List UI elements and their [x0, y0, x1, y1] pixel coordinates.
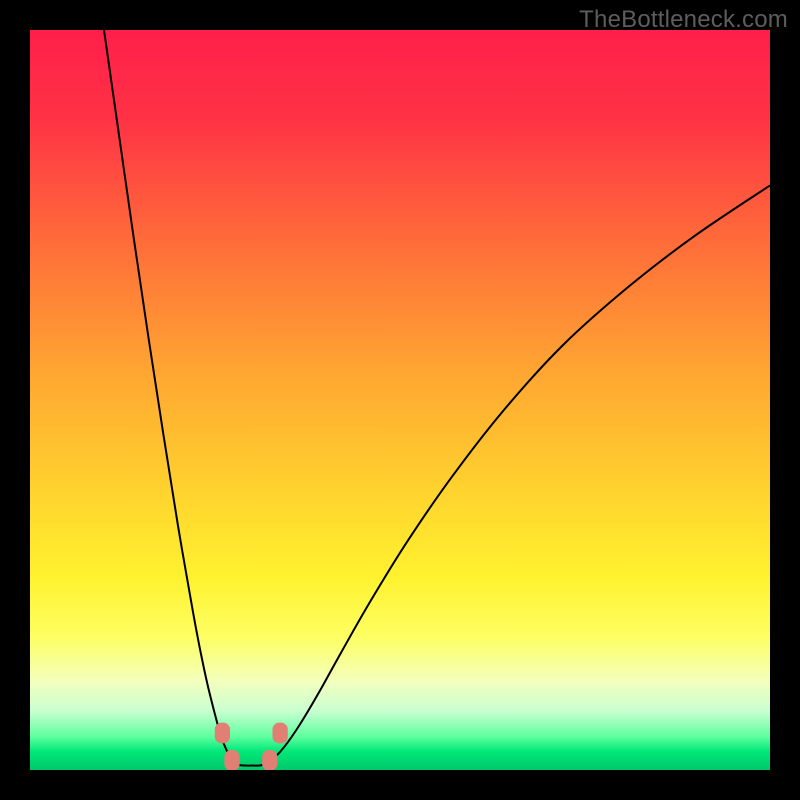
curve-marker: [215, 723, 230, 744]
curve-marker: [224, 750, 239, 770]
watermark-text: TheBottleneck.com: [579, 6, 788, 34]
plot-frame: [30, 30, 770, 770]
gradient-background: [30, 30, 770, 770]
curve-marker: [262, 750, 277, 770]
bottleneck-chart: [30, 30, 770, 770]
curve-marker: [272, 723, 287, 744]
